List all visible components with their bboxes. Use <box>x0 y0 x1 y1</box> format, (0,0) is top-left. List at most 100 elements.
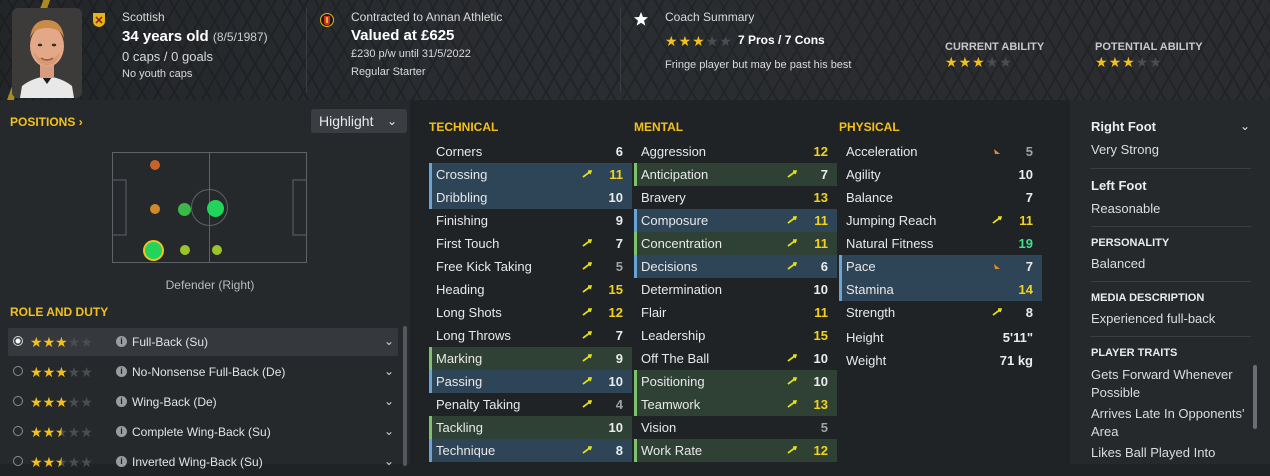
role-row[interactable]: ★★★★★ i Full-Back (Su) ⌄ <box>8 328 398 356</box>
attribute-name: Bravery <box>641 190 686 205</box>
attribute-row[interactable]: Long Shots 12 <box>429 301 632 324</box>
weight-value: 71 kg <box>999 353 1033 368</box>
role-rating-stars: ★★★★★ <box>30 394 93 410</box>
attribute-row[interactable]: Anticipation 7 <box>634 163 837 186</box>
position-dot-centre-midfield-left[interactable] <box>150 204 160 214</box>
attribute-row[interactable]: Free Kick Taking 5 <box>429 255 632 278</box>
attribute-row[interactable]: Finishing 9 <box>429 209 632 232</box>
position-dot-attacking-midfield[interactable] <box>207 200 224 217</box>
player-trait[interactable]: Arrives Late In Opponents' Area <box>1091 405 1249 441</box>
attribute-row[interactable]: Decisions 6 <box>634 255 837 278</box>
attribute-row[interactable]: Passing 10 <box>429 370 632 393</box>
attribute-row[interactable]: Balance 7 <box>839 186 1042 209</box>
position-dot-midfield-right[interactable] <box>212 245 222 255</box>
chevron-down-icon[interactable]: ⌄ <box>384 364 394 378</box>
attribute-row[interactable]: Work Rate 12 <box>634 439 837 462</box>
info-icon[interactable]: i <box>116 366 127 377</box>
potential-ability-label: POTENTIAL ABILITY <box>1095 41 1203 53</box>
chevron-down-icon[interactable]: ⌄ <box>384 424 394 438</box>
position-dot-mid-left[interactable] <box>150 160 160 170</box>
attribute-row[interactable]: Vision 5 <box>634 416 837 439</box>
attribute-row[interactable]: Pace 7 <box>839 255 1042 278</box>
player-trait[interactable]: Gets Forward Whenever Possible <box>1091 366 1249 402</box>
attribute-row[interactable]: Teamwork 13 <box>634 393 837 416</box>
highlight-dropdown[interactable]: Highlight ⌄ <box>311 109 407 133</box>
attribute-row[interactable]: Heading 15 <box>429 278 632 301</box>
role-radio[interactable] <box>13 426 23 436</box>
attribute-row[interactable]: Corners 6 <box>429 140 632 163</box>
traits-scrollbar[interactable] <box>1253 365 1257 429</box>
role-row[interactable]: ★★★★★ i Complete Wing-Back (Su) ⌄ <box>8 418 398 446</box>
contract-club[interactable]: Contracted to Annan Athletic <box>351 10 502 24</box>
info-icon[interactable]: i <box>116 396 127 407</box>
attribute-row[interactable]: First Touch 7 <box>429 232 632 255</box>
attribute-row[interactable]: Long Throws 7 <box>429 324 632 347</box>
attribute-row[interactable]: Leadership 15 <box>634 324 837 347</box>
positions-title[interactable]: POSITIONS › <box>10 115 83 129</box>
info-icon[interactable]: i <box>116 426 127 437</box>
attribute-value: 9 <box>615 213 623 228</box>
attribute-value: 6 <box>820 259 828 274</box>
role-radio[interactable] <box>13 366 23 376</box>
role-row[interactable]: ★★★★★ i Wing-Back (De) ⌄ <box>8 388 398 416</box>
pros-cons[interactable]: 7 Pros / 7 Cons <box>738 33 825 47</box>
left-foot-value: Reasonable <box>1091 201 1161 216</box>
attribute-row[interactable]: Stamina 14 <box>839 278 1042 301</box>
attribute-value: 12 <box>813 144 828 159</box>
role-radio[interactable] <box>13 396 23 406</box>
attribute-row[interactable]: Bravery 13 <box>634 186 837 209</box>
attribute-row[interactable]: Off The Ball 10 <box>634 347 837 370</box>
attribute-row[interactable]: Positioning 10 <box>634 370 837 393</box>
role-row[interactable]: ★★★★★ i Inverted Wing-Back (Su) ⌄ <box>8 448 398 476</box>
info-icon[interactable]: i <box>116 336 127 347</box>
info-icon[interactable]: i <box>116 456 127 467</box>
attribute-row[interactable]: Penalty Taking 4 <box>429 393 632 416</box>
attribute-name: Agility <box>846 167 881 182</box>
player-trait[interactable]: Likes Ball Played Into <box>1091 444 1249 462</box>
attribute-value: 15 <box>608 282 623 297</box>
attribute-row[interactable]: Aggression 12 <box>634 140 837 163</box>
chevron-down-icon[interactable]: ⌄ <box>384 394 394 408</box>
coach-summary-title: Coach Summary <box>665 10 755 24</box>
attribute-row[interactable]: Technique 8 <box>429 439 632 462</box>
attribute-row[interactable]: Dribbling 10 <box>429 186 632 209</box>
attribute-row[interactable]: Jumping Reach 11 <box>839 209 1042 232</box>
attribute-name: Dribbling <box>436 190 488 205</box>
role-label: No-Nonsense Full-Back (De) <box>132 365 286 379</box>
attribute-name: Free Kick Taking <box>436 259 532 274</box>
attribute-row[interactable]: Flair 11 <box>634 301 837 324</box>
right-foot-label: Right Foot <box>1091 119 1156 134</box>
attribute-row[interactable]: Marking 9 <box>429 347 632 370</box>
attribute-name: Work Rate <box>641 443 703 458</box>
attribute-row[interactable]: Determination 10 <box>634 278 837 301</box>
chevron-down-icon[interactable]: ⌄ <box>384 454 394 468</box>
role-row[interactable]: ★★★★★ i No-Nonsense Full-Back (De) ⌄ <box>8 358 398 386</box>
attribute-row[interactable]: Agility 10 <box>839 163 1042 186</box>
attribute-name: Pace <box>846 259 876 274</box>
trend-arrow-icon <box>787 216 797 224</box>
attribute-row[interactable]: Concentration 11 <box>634 232 837 255</box>
attribute-row[interactable]: Tackling 10 <box>429 416 632 439</box>
chevron-down-icon[interactable]: ⌄ <box>1240 119 1250 133</box>
physical-list: Acceleration 5 Agility 10 Balance 7 Jumping Re… <box>839 140 1042 324</box>
position-dot-defender-right[interactable] <box>145 242 162 259</box>
attribute-row[interactable]: Composure 11 <box>634 209 837 232</box>
trend-arrow-icon <box>992 216 1002 224</box>
role-radio[interactable] <box>13 456 23 466</box>
role-radio[interactable] <box>13 336 23 346</box>
attribute-row[interactable]: Natural Fitness 19 <box>839 232 1042 255</box>
caps-goals: 0 caps / 0 goals <box>122 49 214 64</box>
chevron-down-icon[interactable]: ⌄ <box>384 334 394 348</box>
height-label: Height <box>846 330 884 345</box>
player-avatar[interactable] <box>12 8 82 98</box>
position-pitch[interactable] <box>112 152 307 263</box>
left-foot-label: Left Foot <box>1091 178 1147 193</box>
role-rating-stars: ★★★★★ <box>30 454 93 470</box>
position-dot-wing-back-right[interactable] <box>180 245 190 255</box>
role-list-scrollbar[interactable] <box>403 326 407 466</box>
attribute-row[interactable]: Strength 8 <box>839 301 1042 324</box>
position-dot-centre-midfield[interactable] <box>178 203 191 216</box>
height-row: Height 5'11" <box>839 326 1042 349</box>
attribute-row[interactable]: Crossing 11 <box>429 163 632 186</box>
attribute-row[interactable]: Acceleration 5 <box>839 140 1042 163</box>
